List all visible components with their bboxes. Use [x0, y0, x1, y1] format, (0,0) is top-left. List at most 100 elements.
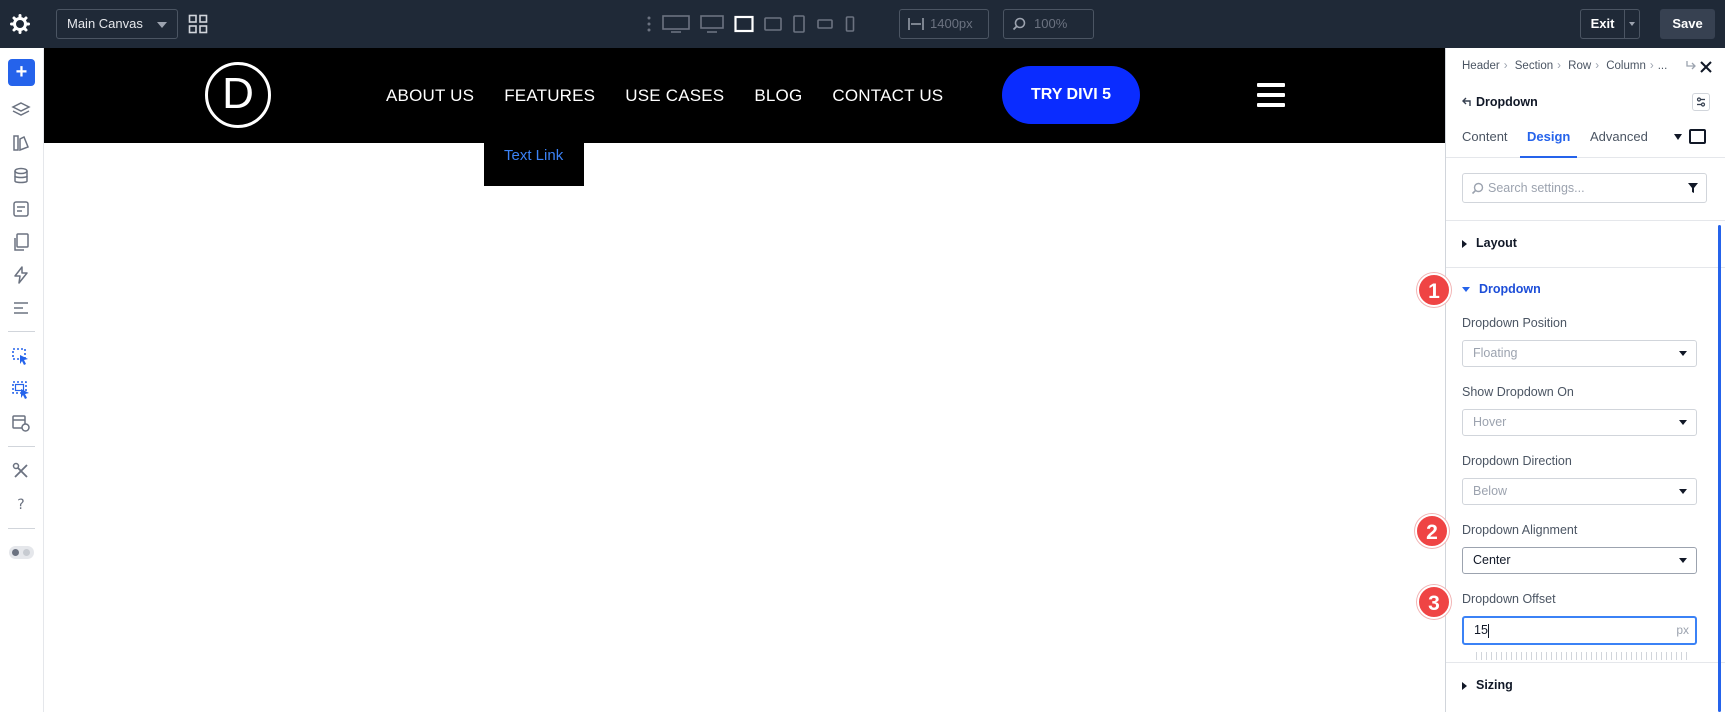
more-vertical-icon[interactable]: [646, 15, 652, 33]
tablet-icon[interactable]: [792, 15, 806, 33]
tab-advanced[interactable]: Advanced: [1590, 116, 1648, 158]
tab-content[interactable]: Content: [1462, 116, 1508, 158]
layers-icon[interactable]: [11, 100, 31, 120]
cta-button[interactable]: TRY DIVI 5: [1002, 66, 1140, 124]
breadcrumb-item[interactable]: ...: [1658, 60, 1668, 72]
device-switcher: [646, 12, 856, 36]
caret-right-icon: [1462, 239, 1467, 248]
select-element-icon[interactable]: [11, 347, 31, 367]
canvas-select[interactable]: Main Canvas: [56, 9, 178, 39]
sidebar-divider: [8, 528, 35, 529]
phone-landscape-icon[interactable]: [816, 15, 834, 33]
dropdown-alignment-value: Center: [1473, 553, 1511, 567]
chevron-down-icon: [1679, 489, 1687, 494]
site-header[interactable]: D ABOUT US FEATURES USE CASES BLOG CONTA…: [44, 48, 1445, 143]
nav-item-about-us[interactable]: ABOUT US: [386, 86, 474, 106]
lightning-icon[interactable]: [11, 265, 31, 285]
hamburger-menu-icon[interactable]: [1257, 83, 1285, 107]
dropdown-direction-label: Dropdown Direction: [1462, 454, 1572, 468]
desktop-icon[interactable]: [700, 15, 724, 33]
library-icon[interactable]: [11, 133, 31, 153]
dropdown-position-select[interactable]: Floating: [1462, 340, 1697, 367]
add-element-button[interactable]: +: [8, 59, 35, 86]
nav-item-features[interactable]: FEATURES: [504, 86, 595, 106]
group-sizing-label: Sizing: [1476, 678, 1513, 692]
annotation-badge-3: 3: [1417, 585, 1451, 619]
form-icon[interactable]: [11, 199, 31, 219]
dropdown-position-label: Dropdown Position: [1462, 316, 1567, 330]
left-sidebar: + ?: [0, 48, 44, 712]
view-mode-icon[interactable]: [1689, 129, 1706, 144]
dropdown-offset-value: 15: [1474, 623, 1488, 637]
search-icon: [1012, 17, 1026, 31]
phone-icon[interactable]: [844, 15, 856, 33]
breadcrumb-item[interactable]: Row: [1568, 60, 1591, 72]
chevron-down-icon[interactable]: [1674, 134, 1682, 140]
group-sizing[interactable]: Sizing: [1462, 678, 1513, 692]
dropdown-text-link[interactable]: Text Link: [504, 147, 563, 164]
top-toolbar: Main Canvas 1400px 100% Exit Save: [0, 0, 1725, 48]
nav-item-blog[interactable]: BLOG: [754, 86, 802, 106]
close-icon[interactable]: [1699, 60, 1713, 74]
widescreen-icon[interactable]: [662, 15, 690, 33]
sidebar-divider: [8, 331, 35, 332]
offset-range-slider[interactable]: [1476, 652, 1688, 660]
sidebar-divider: [8, 446, 35, 447]
canvas-width-field[interactable]: 1400px: [899, 9, 989, 39]
breadcrumb-item[interactable]: Column: [1606, 60, 1646, 72]
theme-toggle[interactable]: [9, 546, 34, 559]
template-settings-icon[interactable]: [11, 413, 31, 433]
show-dropdown-on-value: Hover: [1473, 415, 1507, 429]
dropdown-offset-unit[interactable]: px: [1676, 623, 1689, 637]
group-layout[interactable]: Layout: [1462, 236, 1517, 250]
panel-scrollbar[interactable]: [1718, 225, 1721, 712]
dropdown-alignment-select[interactable]: Center: [1462, 547, 1697, 574]
multi-select-icon[interactable]: [11, 380, 31, 400]
text-cursor: [1488, 624, 1489, 638]
settings-tabs: Content Design Advanced: [1446, 116, 1725, 158]
grid-icon[interactable]: [188, 14, 208, 34]
tab-design[interactable]: Design: [1520, 116, 1578, 158]
preset-settings-button[interactable]: [1692, 93, 1710, 111]
pages-icon[interactable]: [11, 232, 31, 252]
tools-icon[interactable]: [11, 461, 31, 481]
jump-arrow-icon[interactable]: [1684, 59, 1698, 73]
settings-panel: Header › Section › Row › Column ›... Dropdow…: [1445, 48, 1725, 712]
breadcrumb-item[interactable]: Header: [1462, 60, 1500, 72]
group-dropdown[interactable]: Dropdown: [1462, 282, 1541, 296]
chevron-down-icon: [157, 22, 167, 28]
settings-search: [1462, 173, 1707, 203]
breadcrumb-item[interactable]: Section: [1515, 60, 1553, 72]
dropdown-alignment-label: Dropdown Alignment: [1462, 523, 1578, 537]
breadcrumb: Header › Section › Row › Column ›...: [1462, 60, 1668, 72]
list-settings-icon[interactable]: [11, 298, 31, 318]
annotation-badge-1: 1: [1417, 273, 1451, 307]
caret-right-icon: [1462, 681, 1467, 690]
exit-menu-caret[interactable]: [1624, 9, 1640, 39]
back-arrow-icon[interactable]: [1461, 96, 1473, 108]
zoom-field[interactable]: 100%: [1003, 9, 1094, 39]
search-input[interactable]: [1488, 174, 1678, 202]
nav-item-use-cases[interactable]: USE CASES: [625, 86, 724, 106]
nav-item-contact-us[interactable]: CONTACT US: [832, 86, 943, 106]
zoom-value: 100%: [1034, 16, 1068, 31]
divider: [1446, 267, 1725, 268]
tablet-landscape-icon[interactable]: [764, 15, 782, 33]
divider: [1446, 662, 1725, 663]
filter-icon[interactable]: [1687, 182, 1699, 194]
dropdown-direction-select[interactable]: Below: [1462, 478, 1697, 505]
save-button[interactable]: Save: [1660, 9, 1715, 39]
chevron-down-icon: [1679, 558, 1687, 563]
database-icon[interactable]: [11, 166, 31, 186]
canvas-width-value: 1400px: [930, 16, 973, 31]
site-logo[interactable]: D: [205, 62, 271, 128]
dropdown-offset-input[interactable]: 15 px: [1462, 616, 1697, 645]
laptop-icon[interactable]: [734, 15, 754, 33]
dropdown-offset-label: Dropdown Offset: [1462, 592, 1556, 606]
help-icon[interactable]: ?: [11, 494, 31, 514]
chevron-down-icon: [1679, 420, 1687, 425]
show-dropdown-on-select[interactable]: Hover: [1462, 409, 1697, 436]
exit-button[interactable]: Exit: [1580, 9, 1624, 39]
caret-down-icon: [1462, 287, 1470, 293]
gear-icon[interactable]: [10, 14, 30, 34]
